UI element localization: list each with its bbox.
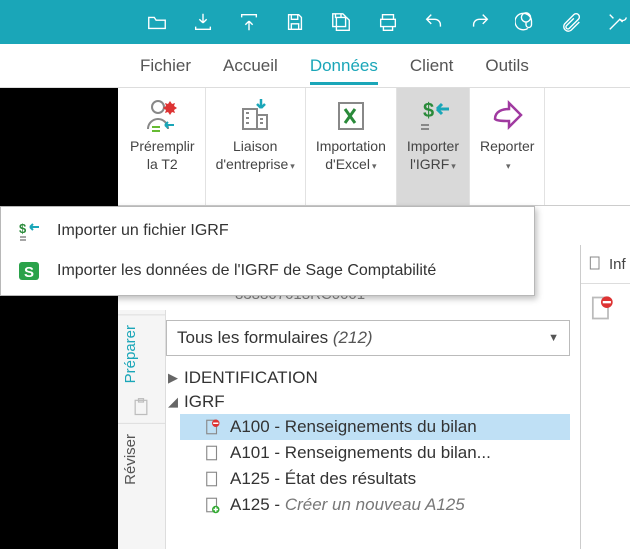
tab-accueil[interactable]: Accueil <box>223 48 278 84</box>
ribbon-label: Liaisond'entreprise▾ <box>216 138 295 173</box>
ribbon-label: Reporter▾ <box>480 138 534 173</box>
right-doc-preview <box>581 284 630 335</box>
side-tab-reviser[interactable]: Réviser <box>118 423 165 495</box>
import-icon[interactable] <box>191 9 215 35</box>
ribbon-importer-igrf[interactable]: $ Importerl'IGRF▾ <box>397 88 470 205</box>
open-icon[interactable] <box>145 9 169 35</box>
export-icon[interactable] <box>237 9 261 35</box>
forward-arrow-icon <box>486 94 528 136</box>
dollar-import-icon: $ <box>412 94 454 136</box>
forms-pane: Tous les formulaires (212) ▼ ▶ IDENTIFIC… <box>166 320 570 518</box>
expand-icon[interactable]: ▶ <box>166 370 180 386</box>
attach-icon[interactable] <box>560 9 584 35</box>
tree-leaf-label: A100 - Renseignements du bilan <box>230 417 477 437</box>
tree-node-igrf[interactable]: ◢ IGRF <box>166 390 570 414</box>
menu-import-fichier-igrf[interactable]: $ Importer un fichier IGRF <box>1 211 534 251</box>
tree-node-label: IDENTIFICATION <box>184 368 318 388</box>
person-maple-icon <box>141 94 183 136</box>
svg-text:S: S <box>24 264 34 281</box>
tab-outils[interactable]: Outils <box>485 48 528 84</box>
tab-donnees[interactable]: Données <box>310 48 378 84</box>
ribbon-liaison-entreprise[interactable]: Liaisond'entreprise▾ <box>206 88 306 205</box>
ribbon-reporter[interactable]: Reporter▾ <box>470 88 545 205</box>
email-icon[interactable] <box>514 9 538 35</box>
right-tab-label: Inf <box>609 256 626 273</box>
document-error-icon <box>202 417 222 437</box>
tree-leaf-label: A101 - Renseignements du bilan... <box>230 443 491 463</box>
ribbon-tabs: Fichier Accueil Données Client Outils <box>0 44 630 88</box>
settings-icon[interactable] <box>606 9 630 35</box>
document-add-icon <box>202 495 222 515</box>
left-gutter <box>0 88 118 549</box>
tree-leaf-a125[interactable]: A125 - État des résultats <box>180 466 570 492</box>
dollar-import-icon: $ <box>15 217 43 245</box>
building-download-icon <box>234 94 276 136</box>
tree-leaf-label: A125 - État des résultats <box>230 469 416 489</box>
document-icon <box>202 443 222 463</box>
tab-fichier[interactable]: Fichier <box>140 48 191 84</box>
document-error-icon <box>587 294 615 322</box>
ribbon-preremplir-t2[interactable]: Préremplirla T2 <box>120 88 206 205</box>
tree-leaf-a101[interactable]: A101 - Renseignements du bilan... <box>180 440 570 466</box>
save-all-icon[interactable] <box>329 9 353 35</box>
svg-text:$: $ <box>19 221 27 236</box>
collapse-icon[interactable]: ◢ <box>166 394 180 410</box>
chevron-down-icon: ▼ <box>548 332 559 344</box>
form-filter-dropdown[interactable]: Tous les formulaires (212) ▼ <box>166 320 570 356</box>
print-icon[interactable] <box>375 9 399 35</box>
tab-client[interactable]: Client <box>410 48 453 84</box>
excel-icon <box>330 94 372 136</box>
ribbon-label: Importationd'Excel▾ <box>316 138 386 173</box>
form-filter-label: Tous les formulaires (212) <box>177 328 373 348</box>
importer-igrf-menu: $ Importer un fichier IGRF S Importer le… <box>0 206 535 296</box>
document-icon <box>202 469 222 489</box>
undo-icon[interactable] <box>422 9 446 35</box>
tree-leaf-a100[interactable]: A100 - Renseignements du bilan <box>180 414 570 440</box>
menu-item-label: Importer un fichier IGRF <box>57 222 229 240</box>
menu-item-label: Importer les données de l'IGRF de Sage C… <box>57 262 436 280</box>
sage-icon: S <box>15 257 43 285</box>
ribbon-importation-excel[interactable]: Importationd'Excel▾ <box>306 88 397 205</box>
clipboard-icon[interactable] <box>131 397 153 419</box>
ribbon-label: Préremplirla T2 <box>130 138 195 173</box>
document-icon <box>587 255 603 273</box>
tree-leaf-a125-new[interactable]: A125 - Créer un nouveau A125 <box>180 492 570 518</box>
menu-import-sage[interactable]: S Importer les données de l'IGRF de Sage… <box>1 251 534 291</box>
svg-text:$: $ <box>423 100 434 122</box>
forms-tree: ▶ IDENTIFICATION ◢ IGRF A100 - Renseigne… <box>166 366 570 518</box>
tree-node-identification[interactable]: ▶ IDENTIFICATION <box>166 366 570 390</box>
right-dock-panel: Inf <box>580 245 630 549</box>
ribbon-label: Importerl'IGRF▾ <box>407 138 459 173</box>
tree-leaf-label: A125 - Créer un nouveau A125 <box>230 495 465 515</box>
redo-icon[interactable] <box>468 9 492 35</box>
save-icon[interactable] <box>283 9 307 35</box>
workflow-side-tabs: Préparer Réviser <box>118 310 166 549</box>
tree-node-label: IGRF <box>184 392 225 412</box>
side-tab-preparer[interactable]: Préparer <box>118 314 165 393</box>
right-tab-info[interactable]: Inf <box>581 245 630 284</box>
quick-access-toolbar <box>0 0 630 44</box>
